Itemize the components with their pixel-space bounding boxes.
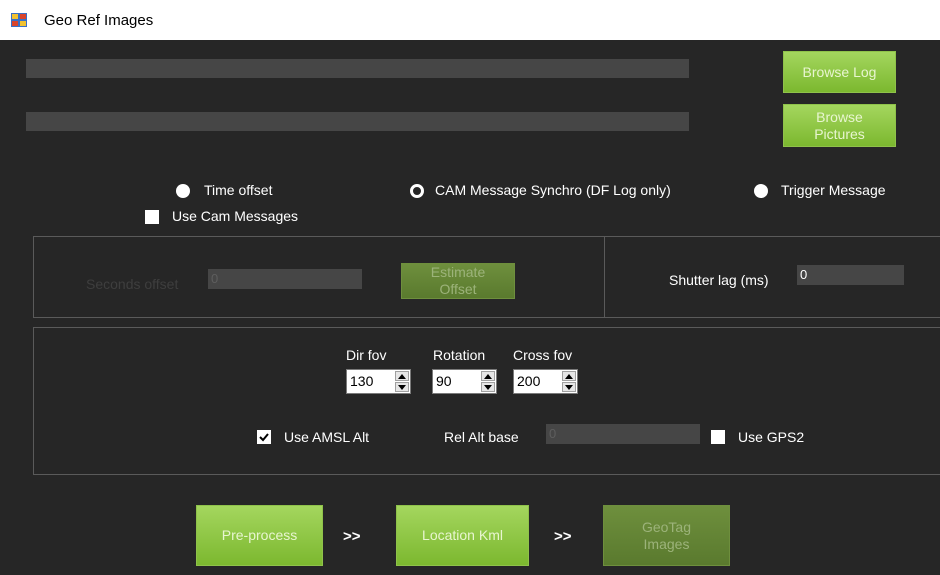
time-offset-label: Time offset xyxy=(204,182,273,198)
time-offset-radio[interactable] xyxy=(176,184,190,198)
cross-fov-down-icon[interactable] xyxy=(562,382,576,392)
dir-fov-label: Dir fov xyxy=(346,347,387,363)
shutter-lag-field[interactable]: 0 xyxy=(797,265,904,285)
dir-fov-down-icon[interactable] xyxy=(395,382,409,392)
rotation-down-icon[interactable] xyxy=(481,382,495,392)
browse-log-button[interactable]: Browse Log xyxy=(783,51,896,93)
use-amsl-alt-label: Use AMSL Alt xyxy=(284,429,370,445)
dir-fov-value: 130 xyxy=(350,373,374,389)
rotation-value: 90 xyxy=(436,373,452,389)
checkmark-icon xyxy=(259,433,269,442)
cam-message-synchro-label: CAM Message Synchro (DF Log only) xyxy=(435,182,671,198)
cross-fov-stepper[interactable]: 200 xyxy=(513,369,578,394)
trigger-message-radio[interactable] xyxy=(754,184,768,198)
dir-fov-stepper[interactable]: 130 xyxy=(346,369,411,394)
camera-group xyxy=(33,327,940,475)
geotag-images-button[interactable]: GeoTag Images xyxy=(603,505,730,566)
seconds-offset-label: Seconds offset xyxy=(86,276,179,292)
app-icon xyxy=(11,13,27,27)
rel-alt-base-label: Rel Alt base xyxy=(444,429,519,445)
step-arrow-2: >> xyxy=(554,528,572,545)
cross-fov-up-icon[interactable] xyxy=(562,371,576,381)
use-cam-messages-checkbox[interactable] xyxy=(145,210,159,224)
rotation-stepper[interactable]: 90 xyxy=(432,369,497,394)
cross-fov-value: 200 xyxy=(517,373,541,389)
estimate-offset-button[interactable]: Estimate Offset xyxy=(401,263,515,299)
main-panel: Browse Log Browse Pictures Time offset C… xyxy=(0,40,940,575)
pre-process-button[interactable]: Pre-process xyxy=(196,505,323,566)
use-gps2-checkbox[interactable] xyxy=(711,430,725,444)
rotation-label: Rotation xyxy=(433,347,486,363)
window-title: Geo Ref Images xyxy=(44,12,154,29)
group-divider xyxy=(604,236,605,318)
use-amsl-alt-checkbox[interactable] xyxy=(257,430,271,444)
cam-message-synchro-radio[interactable] xyxy=(410,184,424,198)
shutter-lag-label: Shutter lag (ms) xyxy=(669,272,769,288)
dir-fov-up-icon[interactable] xyxy=(395,371,409,381)
use-gps2-label: Use GPS2 xyxy=(738,429,805,445)
location-kml-button[interactable]: Location Kml xyxy=(396,505,529,566)
trigger-message-label: Trigger Message xyxy=(781,182,886,198)
step-arrow-1: >> xyxy=(343,528,361,545)
browse-pictures-button[interactable]: Browse Pictures xyxy=(783,104,896,147)
title-bar: Geo Ref Images xyxy=(0,0,940,40)
cross-fov-label: Cross fov xyxy=(513,347,573,363)
pictures-path-field[interactable] xyxy=(26,112,689,131)
use-cam-messages-label: Use Cam Messages xyxy=(172,208,299,224)
log-path-field[interactable] xyxy=(26,59,689,78)
rotation-up-icon[interactable] xyxy=(481,371,495,381)
rel-alt-base-field[interactable]: 0 xyxy=(546,424,700,444)
seconds-offset-field[interactable]: 0 xyxy=(208,269,362,289)
